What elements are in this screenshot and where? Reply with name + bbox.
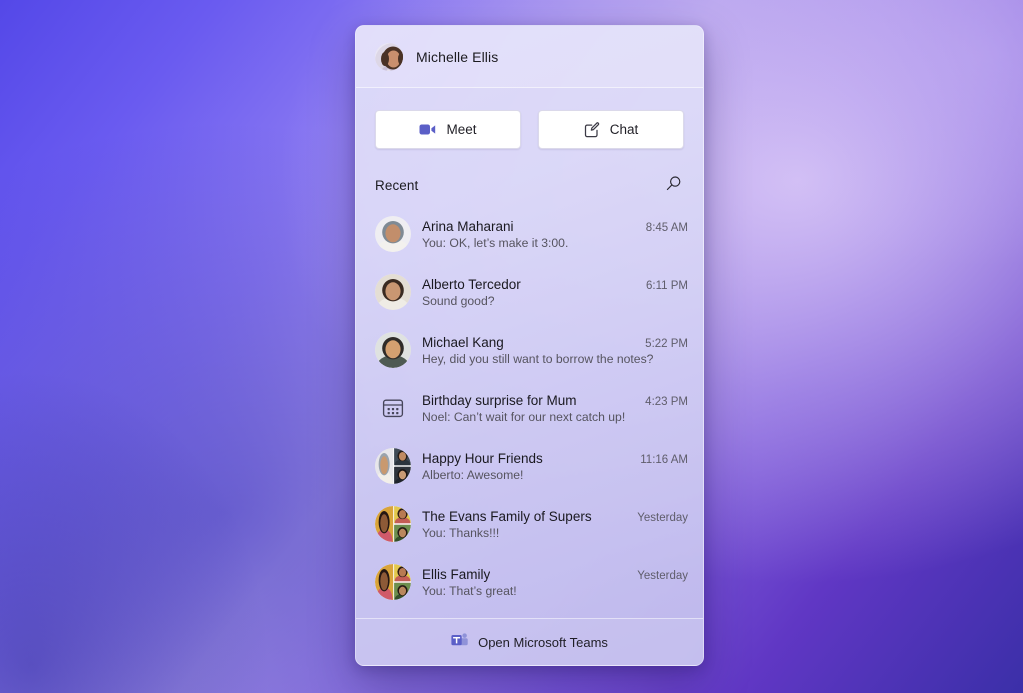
open-microsoft-teams-button[interactable]: Open Microsoft Teams [441,628,618,656]
chat-item-timestamp: 6:11 PM [646,279,688,292]
chat-item-text: Arina Maharani 8:45 AM You: OK, let’s ma… [422,219,688,250]
calendar-icon [375,390,411,426]
chat-item-preview: You: Thanks!!! [422,525,500,540]
chat-item-timestamp: Yesterday [637,569,688,582]
avatar [375,216,411,252]
compose-chat-icon [584,121,600,138]
chat-list-item[interactable]: Ellis Family Yesterday You: That’s great… [367,553,695,611]
chat-item-title: Ellis Family [422,566,491,582]
teams-chat-flyout: Michelle Ellis Meet Chat Recent Arina Ma… [355,25,704,666]
chat-item-text: Alberto Tercedor 6:11 PM Sound good? [422,277,688,308]
chat-item-text: Birthday surprise for Mum 4:23 PM Noel: … [422,393,688,424]
panel-footer: Open Microsoft Teams [356,618,703,665]
group-avatar [375,448,411,484]
chat-item-text: Happy Hour Friends 11:16 AM Alberto: Awe… [422,451,688,482]
desktop-wallpaper: Michelle Ellis Meet Chat Recent Arina Ma… [0,0,1023,693]
chat-list-item[interactable]: Alberto Tercedor 6:11 PM Sound good? [367,263,695,321]
group-avatar [375,506,411,542]
video-camera-icon [419,123,436,136]
panel-header: Michelle Ellis [356,26,703,88]
chat-item-top-line: Alberto Tercedor 6:11 PM [422,277,688,292]
chat-item-title: Alberto Tercedor [422,276,521,292]
chat-item-text: Michael Kang 5:22 PM Hey, did you still … [422,335,688,366]
meet-button[interactable]: Meet [375,110,521,149]
chat-list-item[interactable]: Happy Hour Friends 11:16 AM Alberto: Awe… [367,437,695,495]
avatar [375,332,411,368]
chat-item-top-line: The Evans Family of Supers Yesterday [422,509,688,524]
chat-item-top-line: Happy Hour Friends 11:16 AM [422,451,688,466]
recent-label: Recent [375,177,419,193]
chat-item-top-line: Michael Kang 5:22 PM [422,335,688,350]
chat-item-timestamp: Yesterday [637,511,688,524]
chat-item-title: Birthday surprise for Mum [422,392,577,408]
chat-item-top-line: Arina Maharani 8:45 AM [422,219,688,234]
chat-item-preview: Hey, did you still want to borrow the no… [422,351,654,366]
meet-button-label: Meet [446,122,477,137]
chat-item-preview: You: That’s great! [422,583,517,598]
chat-item-title: Happy Hour Friends [422,450,543,466]
chat-item-timestamp: 4:23 PM [645,395,688,408]
chat-button-label: Chat [609,122,639,137]
chat-item-top-line: Ellis Family Yesterday [422,567,688,582]
chat-item-preview: Noel: Can’t wait for our next catch up! [422,409,626,424]
group-avatar [375,564,411,600]
avatar [375,274,411,310]
recent-section-header: Recent [356,149,703,205]
page-title: Michelle Ellis [416,48,499,65]
chat-item-title: Michael Kang [422,334,504,350]
chat-item-preview: You: OK, let’s make it 3:00. [422,235,569,250]
chat-item-top-line: Birthday surprise for Mum 4:23 PM [422,393,688,408]
chat-item-text: Ellis Family Yesterday You: That’s great… [422,567,688,598]
chat-item-text: The Evans Family of Supers Yesterday You… [422,509,688,540]
microsoft-teams-logo-icon [451,633,468,651]
chat-list-item[interactable]: Arina Maharani 8:45 AM You: OK, let’s ma… [367,205,695,263]
open-microsoft-teams-label: Open Microsoft Teams [478,634,608,650]
search-icon [665,175,682,195]
chat-item-preview: Alberto: Awesome! [422,467,524,482]
chat-item-title: The Evans Family of Supers [422,508,592,524]
chat-item-timestamp: 11:16 AM [640,453,688,466]
search-button[interactable] [659,171,687,199]
chat-list-item[interactable]: The Evans Family of Supers Yesterday You… [367,495,695,553]
recent-chat-list[interactable]: Arina Maharani 8:45 AM You: OK, let’s ma… [356,205,703,618]
chat-item-timestamp: 8:45 AM [645,221,688,234]
chat-list-item[interactable]: Michael Kang 5:22 PM Hey, did you still … [367,321,695,379]
chat-button[interactable]: Chat [538,110,684,149]
action-button-group: Meet Chat [356,88,703,149]
avatar[interactable] [375,42,403,71]
chat-item-timestamp: 5:22 PM [645,337,688,350]
chat-list-item[interactable]: Birthday surprise for Mum 4:23 PM Noel: … [367,379,695,437]
chat-item-title: Arina Maharani [422,218,514,234]
chat-item-preview: Sound good? [422,293,495,308]
